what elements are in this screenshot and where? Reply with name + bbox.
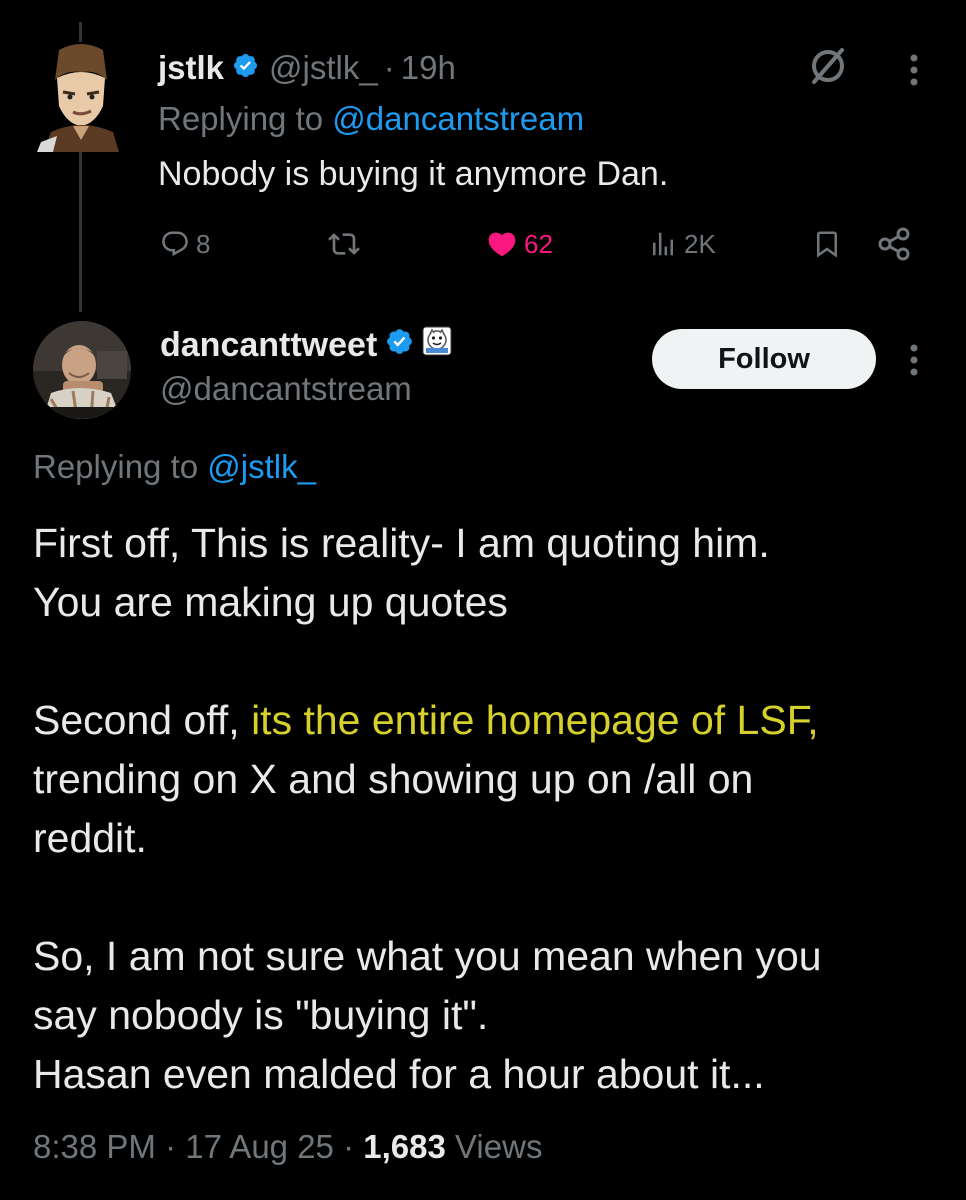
thread-line	[79, 150, 82, 312]
tweet-paragraph: So, I am not sure what you mean when you…	[33, 927, 943, 1104]
main-tweet-text: First off, This is reality- I am quoting…	[33, 514, 943, 1104]
tweet-line: reddit.	[33, 815, 147, 861]
reply-display-name[interactable]: jstlk	[158, 49, 224, 87]
views-count: 2K	[684, 228, 716, 259]
replying-mention-link[interactable]: @jstlk_	[207, 448, 316, 485]
bookmark-icon	[817, 231, 837, 258]
reply-icon	[162, 231, 188, 257]
tweet-line: trending on X and showing up on /all on	[33, 756, 754, 802]
tweet-date[interactable]: 17 Aug 25	[185, 1128, 334, 1165]
reply-tweet-header: jstlk @jstlk_ · 19h	[158, 46, 456, 90]
share-icon	[878, 227, 910, 261]
repost-icon	[328, 233, 360, 255]
reply-count: 8	[196, 228, 211, 259]
tweet-meta: 8:38 PM · 17 Aug 25 · 1,683 Views	[33, 1128, 542, 1166]
replying-prefix: Replying to	[158, 100, 324, 137]
tweet-paragraph: First off, This is reality- I am quoting…	[33, 514, 943, 632]
replying-prefix: Replying to	[33, 448, 199, 485]
tweet-time[interactable]: 8:38 PM	[33, 1128, 156, 1165]
separator-dot: ·	[383, 49, 395, 86]
highlighted-text: its the entire homepage of LSF,	[251, 697, 819, 743]
tweet-line: So, I am not sure what you mean when you	[33, 933, 822, 979]
verified-badge-icon	[385, 326, 414, 365]
more-vertical-icon[interactable]	[906, 342, 922, 383]
tweet-line: say nobody is "buying it".	[33, 992, 489, 1038]
reply-timestamp[interactable]: 19h	[401, 49, 456, 87]
more-vertical-icon[interactable]	[906, 52, 922, 93]
reply-action-bar: 8 62 2K	[158, 222, 928, 266]
like-count: 62	[524, 228, 553, 259]
main-display-name[interactable]: dancanttweet	[160, 326, 377, 365]
separator-dot: ·	[343, 1128, 355, 1165]
main-tweet-name-row: dancanttweet	[160, 322, 452, 368]
tweet-paragraph: Second off, its the entire homepage of L…	[33, 691, 943, 868]
tweet-line: Second off, its the entire homepage of L…	[33, 691, 943, 750]
affiliate-badge-icon[interactable]	[422, 326, 452, 365]
thread-line-top	[79, 22, 82, 42]
avatar-dancanttweet[interactable]	[33, 321, 131, 419]
reply-replying-to: Replying to @dancantstream	[158, 100, 584, 138]
like-button[interactable]: 62	[486, 222, 553, 266]
views-total: 1,683	[363, 1128, 446, 1165]
avatar-jstlk[interactable]	[37, 40, 125, 152]
replying-mention-link[interactable]: @dancantstream	[332, 100, 584, 137]
verified-badge-icon	[232, 49, 259, 87]
tweet-line-prefix: Second off,	[33, 697, 252, 743]
main-handle[interactable]: @dancantstream	[160, 370, 412, 408]
views-icon	[653, 232, 673, 256]
bookmark-button[interactable]	[812, 222, 842, 266]
follow-button[interactable]: Follow	[652, 329, 876, 389]
views-label: Views	[455, 1128, 543, 1165]
grok-icon[interactable]	[808, 46, 848, 91]
tweet-line: First off, This is reality- I am quoting…	[33, 520, 770, 566]
repost-button[interactable]	[328, 222, 360, 266]
reply-handle[interactable]: @jstlk_	[269, 49, 378, 87]
reply-button[interactable]: 8	[160, 222, 210, 266]
main-replying-to: Replying to @jstlk_	[33, 448, 316, 486]
heart-icon	[488, 232, 516, 257]
tweet-line: Hasan even malded for a hour about it...	[33, 1051, 765, 1097]
views-button[interactable]: 2K	[648, 222, 716, 266]
share-button[interactable]	[876, 222, 912, 266]
reply-tweet-text: Nobody is buying it anymore Dan.	[158, 155, 669, 193]
tweet-line: You are making up quotes	[33, 579, 508, 625]
separator-dot: ·	[165, 1128, 177, 1165]
